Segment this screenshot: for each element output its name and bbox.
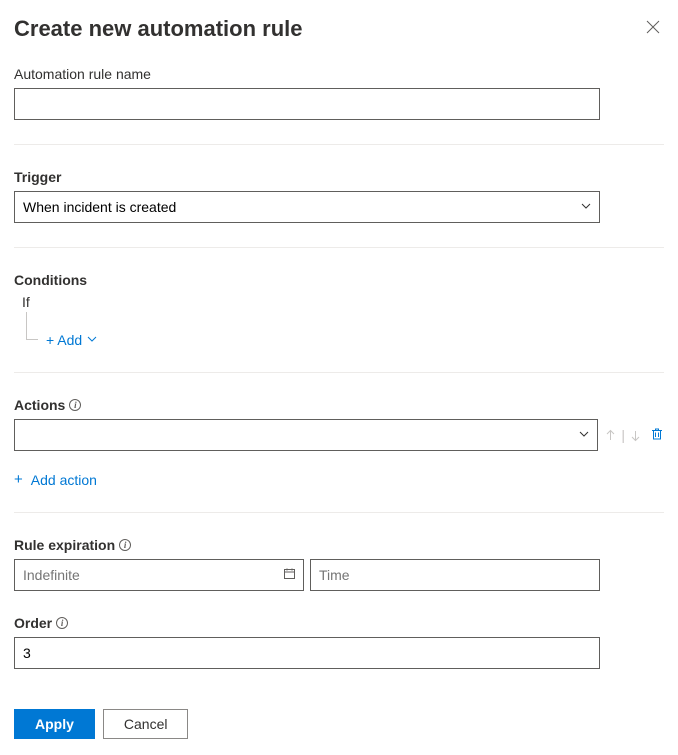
trigger-select[interactable]: When incident is created: [14, 191, 600, 223]
info-icon[interactable]: i: [56, 617, 68, 629]
divider: [14, 247, 664, 248]
expiration-time-input[interactable]: [310, 559, 600, 591]
conditions-if-text: If: [20, 294, 664, 310]
move-up-icon: [604, 429, 617, 442]
expiration-label: Rule expiration i: [14, 537, 664, 553]
add-action-button[interactable]: + Add action: [14, 471, 97, 488]
page-title: Create new automation rule: [14, 16, 303, 42]
trash-icon: [650, 428, 664, 444]
order-input[interactable]: [14, 637, 600, 669]
close-button[interactable]: [642, 16, 664, 41]
rule-name-label: Automation rule name: [14, 66, 664, 82]
divider: [14, 512, 664, 513]
add-condition-label: + Add: [46, 332, 82, 348]
divider: [14, 372, 664, 373]
apply-button[interactable]: Apply: [14, 709, 95, 739]
expiration-date-input[interactable]: [14, 559, 304, 591]
tree-branch-line: [26, 312, 38, 340]
close-icon: [646, 22, 660, 37]
add-condition-button[interactable]: + Add: [46, 332, 98, 348]
divider: [14, 144, 664, 145]
order-label: Order i: [14, 615, 664, 631]
conditions-label: Conditions: [14, 272, 664, 288]
action-select[interactable]: [14, 419, 598, 451]
rule-name-input[interactable]: [14, 88, 600, 120]
cancel-button[interactable]: Cancel: [103, 709, 189, 739]
delete-action-button[interactable]: [650, 427, 664, 444]
actions-label: Actions i: [14, 397, 664, 413]
trigger-label: Trigger: [14, 169, 664, 185]
info-icon[interactable]: i: [69, 399, 81, 411]
chevron-down-icon: [86, 332, 98, 348]
info-icon[interactable]: i: [119, 539, 131, 551]
plus-icon: +: [14, 471, 23, 488]
add-action-label: Add action: [31, 472, 97, 488]
move-down-icon: [629, 429, 642, 442]
separator: |: [621, 427, 625, 443]
